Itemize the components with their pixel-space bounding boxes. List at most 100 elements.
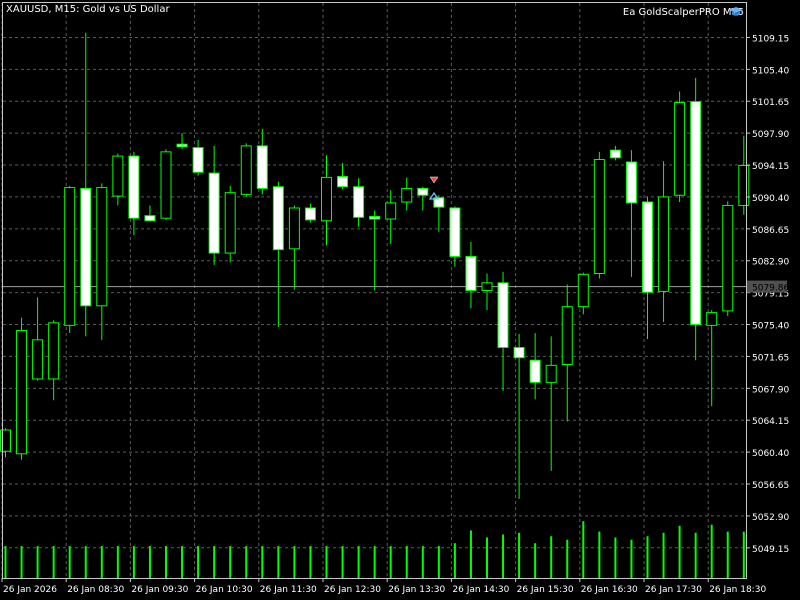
candle [497,271,509,391]
candle [561,284,573,422]
candle-body [112,155,124,197]
candle-body [176,143,188,148]
candle [722,201,734,317]
candle-body [722,204,734,312]
candle-body [64,187,76,326]
candle-body [593,159,605,274]
price-label: 5090.40 [752,194,789,204]
price-label: 5052.90 [752,513,789,523]
candle-body [561,306,573,366]
sell-marker-icon [429,176,439,184]
candle [577,272,589,315]
price-label: 5109.15 [752,34,789,44]
candle-body [304,207,316,221]
price-label: 5075.40 [752,322,789,332]
candle [16,317,28,460]
candle-body [128,155,140,219]
candle [417,186,429,211]
candle [208,145,220,265]
volume-bars [4,521,745,578]
time-label: 26 Jan 11:30 [260,585,317,595]
candle-body [465,255,477,291]
candle-body [401,187,413,203]
price-label: 5082.90 [752,258,789,268]
candle-body [513,346,525,359]
candle [353,178,365,227]
price-label: 5105.40 [752,66,789,76]
candle [192,139,204,176]
time-axis[interactable]: 26 Jan 2026 26 Jan 08:30 26 Jan 09:30 26 Ja… [1,578,766,595]
price-axis[interactable]: 5109.15 5105.40 5101.65 5097.90 5094.15 5090.… [746,34,789,555]
candle [288,205,300,290]
current-price-label: 5079.86 [752,284,789,294]
expert-advisor-label[interactable]: Ea GoldScalperPRO MT5 [623,7,744,18]
candle [545,336,557,471]
candle-body [738,164,750,206]
candle-body [369,215,381,220]
trade-markers [428,176,440,200]
price-label: 5067.90 [752,385,789,395]
time-label: 26 Jan 13:30 [388,585,445,595]
candle-body [625,161,637,204]
price-label: 5056.65 [752,481,789,491]
candle-body [674,102,686,196]
candle [80,32,92,337]
candle-body [353,186,365,218]
candle-body [48,322,60,380]
candle-body [417,187,429,196]
candlestick-chart[interactable]: 5109.15 5105.40 5101.65 5097.90 5094.15 5090.… [0,0,800,600]
chart-title: XAUUSD, M15: Gold vs US Dollar [6,4,170,15]
price-label: 5064.15 [752,417,789,427]
time-label: 26 Jan 2026 [3,585,57,595]
candle-body [240,145,252,195]
candle-body [642,201,653,293]
candle [128,151,140,236]
graduation-cap-icon[interactable] [729,6,743,18]
candle-body [16,329,28,455]
candle-body [497,282,509,348]
chart-grid [1,3,746,578]
time-label: 26 Jan 17:30 [645,585,702,595]
candle [609,145,621,161]
candle [690,77,702,361]
candle [112,153,124,206]
candle-body [577,273,589,308]
candle-body [272,186,284,251]
price-label: 5097.90 [752,130,789,140]
time-label: 26 Jan 08:30 [67,585,124,595]
candle [304,203,316,223]
time-label: 26 Jan 18:30 [709,585,766,595]
time-label: 26 Jan 16:30 [581,585,638,595]
candle [369,210,381,291]
time-label: 26 Jan 12:30 [324,585,381,595]
candle [401,177,413,211]
price-label: 5086.65 [752,226,789,236]
candle-body [321,176,332,222]
candle [256,128,268,195]
candle-body [385,202,397,220]
candle [625,150,637,277]
candle-body [288,207,300,250]
candle-body [208,172,220,254]
price-label: 5101.65 [752,98,789,108]
candle [529,333,541,400]
candle-body [144,215,156,222]
candle [160,149,172,220]
candle-body [32,339,44,380]
candle [593,151,605,279]
candle [481,273,493,311]
candle [176,133,188,150]
candle [64,185,76,334]
candle [433,195,445,232]
candles [0,32,750,499]
candle [674,91,686,203]
time-label: 26 Jan 14:30 [452,585,509,595]
time-label: 26 Jan 09:30 [131,585,188,595]
candle [96,183,108,340]
candle [738,135,750,215]
candle-body [609,149,621,159]
candle [240,143,252,197]
candle [385,190,397,244]
price-label: 5071.65 [752,353,789,363]
candle [272,181,284,328]
